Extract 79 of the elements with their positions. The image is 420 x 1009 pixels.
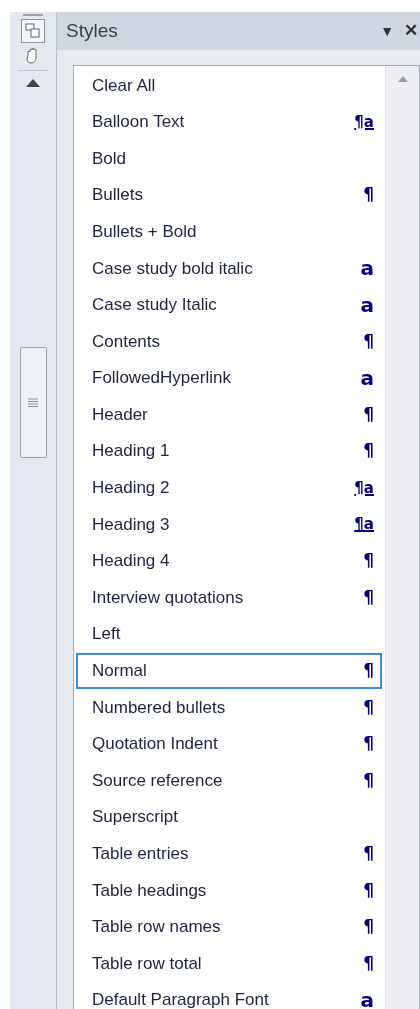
paragraph-style-mark: ¶: [363, 585, 374, 609]
style-name: Default Paragraph Font: [92, 989, 270, 1009]
style-name: Heading 3: [92, 513, 171, 536]
paragraph-style-mark: ¶: [363, 732, 374, 756]
style-list-item[interactable]: Left: [76, 615, 382, 653]
style-list-item[interactable]: Bullets ¶: [76, 176, 382, 214]
style-list-item[interactable]: Heading 1 ¶: [76, 432, 382, 470]
style-list-item[interactable]: Heading 2 ¶a: [76, 469, 382, 507]
styles-pane-icon[interactable]: [21, 19, 45, 43]
style-list-item[interactable]: Table headings ¶: [76, 872, 382, 909]
linked-style-mark: ¶a: [354, 514, 374, 536]
style-name: Case study bold italic: [92, 257, 254, 280]
style-list-item[interactable]: Normal ¶: [76, 652, 382, 690]
style-list-item[interactable]: Heading 4 ¶: [76, 542, 382, 580]
pane-title: Styles: [66, 18, 119, 43]
paragraph-style-mark: ¶: [363, 695, 374, 719]
style-name: Source reference: [92, 769, 224, 792]
style-name: Quotation Indent: [92, 733, 219, 756]
style-name: Bullets + Bold: [92, 220, 198, 243]
style-list-item[interactable]: Table entries ¶: [76, 835, 382, 873]
paragraph-style-mark: ¶: [363, 951, 374, 975]
style-list-item[interactable]: Bullets + Bold: [76, 213, 382, 250]
style-name: Superscript: [92, 806, 179, 829]
character-style-mark: a: [360, 368, 374, 389]
pane-menu-button[interactable]: ▼: [380, 20, 394, 42]
style-list-item[interactable]: Numbered bullets ¶: [76, 689, 382, 726]
style-name: Heading 1: [92, 440, 171, 463]
paragraph-style-mark: ¶: [363, 402, 374, 426]
style-list-item[interactable]: Contents ¶: [76, 323, 382, 360]
style-list-item[interactable]: Quotation Indent ¶: [76, 725, 382, 763]
style-name: Table headings: [92, 879, 208, 902]
style-name: Table row total: [92, 952, 203, 975]
style-list-item[interactable]: Heading 3 ¶a: [76, 506, 382, 543]
style-list-item[interactable]: Case study Italic a: [76, 286, 382, 324]
style-list-item[interactable]: Clear All: [76, 67, 382, 104]
paragraph-style-mark: ¶: [363, 878, 374, 902]
style-list-item[interactable]: Superscript: [76, 798, 382, 836]
paragraph-style-mark: ¶: [363, 549, 374, 573]
style-name: Clear All: [92, 74, 157, 97]
paragraph-style-mark: ¶: [363, 329, 374, 353]
style-name: Balloon Text: [92, 111, 186, 134]
scroll-up-arrow-icon[interactable]: [26, 79, 40, 87]
paragraph-style-mark: ¶: [363, 915, 374, 939]
close-button[interactable]: ✕: [404, 18, 418, 44]
character-style-mark: a: [360, 294, 374, 315]
style-name: Bullets: [92, 184, 145, 207]
linked-style-mark: ¶a: [354, 477, 374, 499]
paragraph-style-mark: ¶: [363, 183, 374, 207]
style-name: FollowedHyperlink: [92, 367, 232, 390]
style-name: Table entries: [92, 843, 190, 865]
style-name: Table row names: [92, 916, 222, 939]
style-list-item[interactable]: Source reference ¶: [76, 762, 382, 799]
style-list-item[interactable]: Bold: [76, 140, 382, 177]
style-name: Header: [92, 403, 149, 426]
paragraph-style-mark: ¶: [363, 439, 374, 463]
paragraph-style-mark: ¶: [363, 659, 374, 683]
character-style-mark: a: [360, 990, 374, 1009]
paragraph-style-mark: ¶: [363, 768, 374, 792]
style-name: Interview quotations: [92, 586, 245, 609]
style-list-item[interactable]: Default Paragraph Font a: [76, 981, 382, 1009]
style-name: Heading 2: [92, 477, 171, 500]
style-list-item[interactable]: Table row total ¶: [76, 945, 382, 982]
paragraph-style-mark: ¶: [363, 842, 374, 865]
style-name: Bold: [92, 147, 128, 170]
style-list-item[interactable]: FollowedHyperlink a: [76, 359, 382, 397]
style-name: Left: [92, 623, 122, 646]
linked-style-mark: ¶a: [354, 111, 374, 133]
style-list-item[interactable]: Interview quotations ¶: [76, 579, 382, 616]
style-list-item[interactable]: Header ¶: [76, 396, 382, 433]
character-style-mark: a: [360, 258, 374, 279]
style-name: Normal: [92, 660, 148, 683]
style-list-item[interactable]: Table row names ¶: [76, 908, 382, 946]
scrollbar-thumb[interactable]: [19, 347, 47, 458]
style-name: Contents: [92, 330, 162, 353]
style-list-item[interactable]: Case study bold italic a: [76, 249, 382, 287]
style-name: Numbered bullets: [92, 696, 227, 719]
style-name: Case study Italic: [92, 294, 218, 317]
style-name: Heading 4: [92, 550, 171, 573]
style-list-item[interactable]: Balloon Text ¶a: [76, 103, 382, 141]
